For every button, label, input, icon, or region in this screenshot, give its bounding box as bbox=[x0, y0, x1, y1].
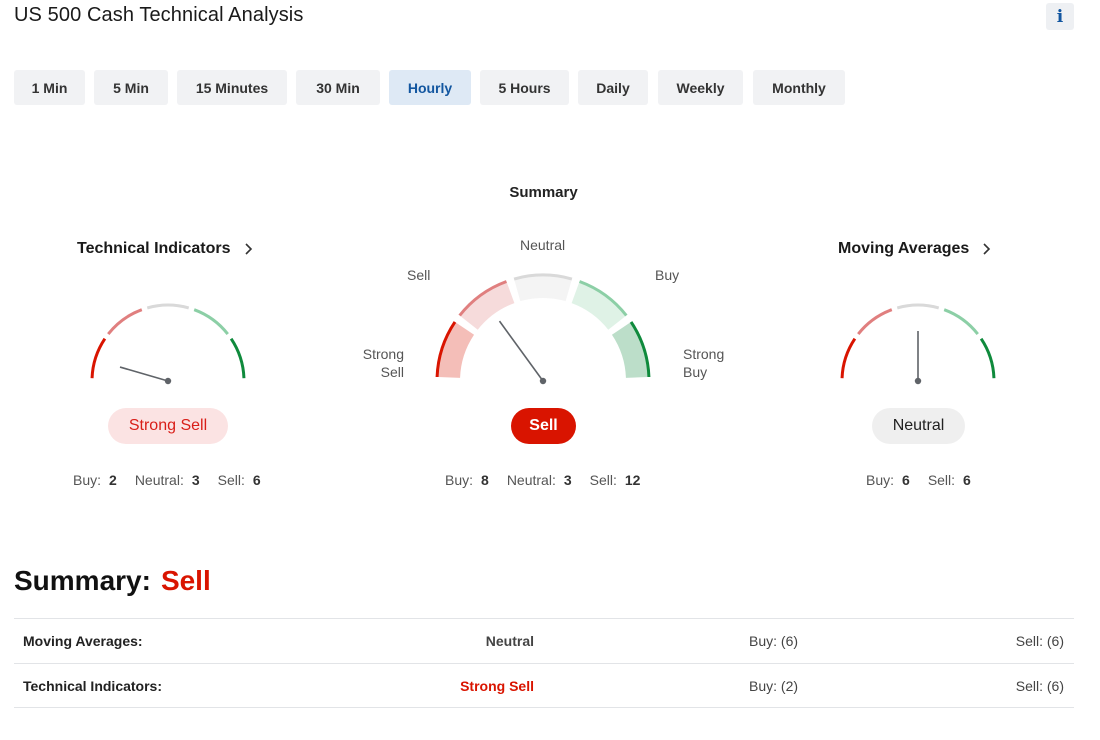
summary-buy-count: Buy: 8 bbox=[445, 472, 489, 488]
gauge-segment-strong-sell bbox=[840, 337, 857, 379]
gauge-segment-strong-buy bbox=[229, 337, 246, 379]
chevron-right-icon bbox=[244, 243, 252, 255]
gauge-needle-pivot bbox=[539, 377, 547, 385]
gauge-needle-pivot bbox=[914, 377, 922, 385]
row-name: Moving Averages: bbox=[23, 633, 143, 649]
gauge-band-sell bbox=[460, 282, 515, 331]
moving-averages-badge: Neutral bbox=[872, 408, 965, 444]
moving-averages-link[interactable]: Moving Averages bbox=[838, 240, 993, 258]
chevron-right-icon bbox=[983, 243, 991, 255]
summary-neutral-count: Neutral: 3 bbox=[506, 472, 572, 488]
gauge-needle bbox=[119, 366, 169, 382]
technical-indicators-counts: Buy: 2 Neutral: 3 Sell: 6 bbox=[73, 472, 261, 488]
ma-buy-count: Buy: 6 bbox=[866, 472, 910, 488]
row-buy: Buy: (6) bbox=[749, 633, 799, 649]
summary-heading-label: Summary: bbox=[14, 565, 151, 596]
gauge-segment-neutral bbox=[896, 303, 940, 310]
row-name: Technical Indicators: bbox=[23, 678, 162, 694]
table-row: Technical Indicators: Strong Sell Buy: (… bbox=[14, 663, 1074, 708]
ma-sell-count: Sell: 6 bbox=[927, 472, 971, 488]
gauge-segment-neutral bbox=[146, 303, 190, 310]
gauge-segment-strong-sell bbox=[90, 337, 107, 379]
row-buy: Buy: (2) bbox=[749, 678, 799, 694]
table-row: Moving Averages: Neutral Buy: (6) Sell: … bbox=[14, 618, 1074, 663]
row-value: Strong Sell bbox=[460, 678, 534, 694]
row-sell: Sell: (6) bbox=[1015, 678, 1064, 694]
gauge-band-neutral bbox=[514, 276, 572, 302]
moving-averages-counts: Buy: 6 Sell: 6 bbox=[866, 472, 971, 488]
ti-sell-count: Sell: 6 bbox=[217, 472, 261, 488]
technical-indicators-title: Technical Indicators bbox=[77, 240, 231, 257]
technical-indicators-link[interactable]: Technical Indicators bbox=[77, 240, 255, 258]
summary-badge: Sell bbox=[511, 408, 576, 444]
gauge-segment-sell bbox=[107, 308, 143, 335]
gauge-band-strong-sell bbox=[438, 322, 475, 379]
moving-averages-title: Moving Averages bbox=[838, 240, 970, 257]
row-sell: Sell: (6) bbox=[1015, 633, 1064, 649]
gauge-segment-buy bbox=[943, 308, 979, 335]
gauge-segment-sell bbox=[857, 308, 893, 335]
summary-heading: Summary: Sell bbox=[14, 565, 211, 597]
ti-buy-count: Buy: 2 bbox=[73, 472, 117, 488]
summary-heading-value: Sell bbox=[160, 565, 211, 596]
summary-sell-count: Sell: 12 bbox=[589, 472, 641, 488]
gauge-segment-strong-buy bbox=[979, 337, 996, 379]
summary-counts: Buy: 8 Neutral: 3 Sell: 12 bbox=[445, 472, 640, 488]
gauge-needle bbox=[498, 320, 544, 382]
summary-table: Moving Averages: Neutral Buy: (6) Sell: … bbox=[14, 618, 1074, 708]
gauge-band-strong-buy bbox=[611, 322, 648, 379]
gauge-segment-buy bbox=[193, 308, 229, 335]
technical-indicators-badge: Strong Sell bbox=[108, 408, 228, 444]
ti-neutral-count: Neutral: 3 bbox=[134, 472, 200, 488]
gauge-band-buy bbox=[571, 282, 626, 331]
row-value: Neutral bbox=[485, 633, 534, 649]
gauge-needle-pivot bbox=[164, 377, 172, 385]
